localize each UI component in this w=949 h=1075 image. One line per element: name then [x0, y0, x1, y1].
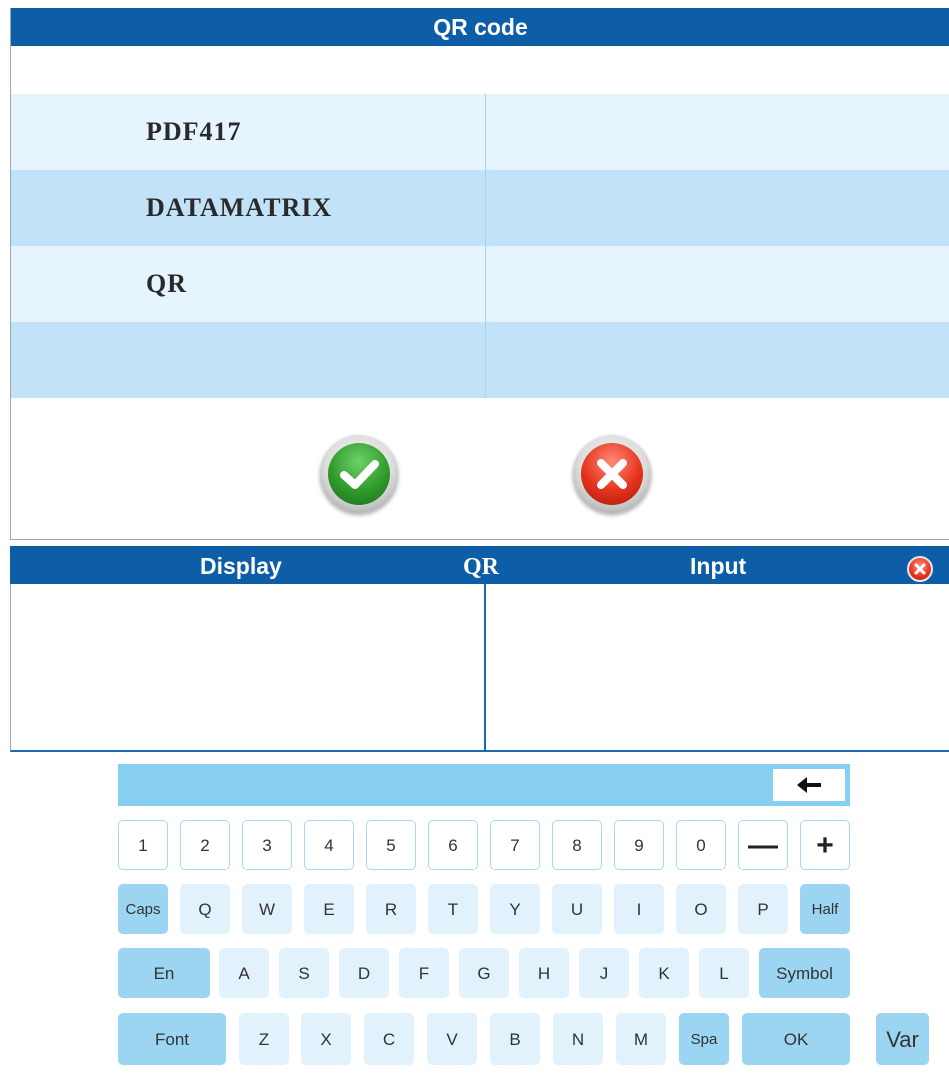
list-item-pdf417[interactable]: PDF417 [11, 94, 949, 170]
close-x-glyph [914, 563, 926, 575]
list-item-label: DATAMATRIX [146, 193, 333, 222]
display-pane [11, 584, 484, 750]
key-caps[interactable]: Caps [118, 884, 168, 934]
arrow-left-icon [797, 777, 821, 793]
key-0[interactable]: 0 [676, 820, 726, 870]
code-type-list: PDF417 DATAMATRIX QR [11, 94, 949, 398]
key-g[interactable]: G [459, 948, 509, 998]
x-icon [597, 459, 627, 489]
key-font[interactable]: Font [118, 1013, 226, 1065]
list-item-qr[interactable]: QR [11, 246, 949, 322]
list-item-empty[interactable] [11, 322, 949, 398]
keyboard-text-field[interactable] [118, 764, 850, 806]
key-h[interactable]: H [519, 948, 569, 998]
key-1[interactable]: 1 [118, 820, 168, 870]
key-j[interactable]: J [579, 948, 629, 998]
key-z[interactable]: Z [239, 1013, 289, 1065]
key-en[interactable]: En [118, 948, 210, 998]
key-k[interactable]: K [639, 948, 689, 998]
dialog-title: QR code [11, 8, 949, 46]
cancel-button[interactable] [573, 435, 651, 513]
key-f[interactable]: F [399, 948, 449, 998]
key-8[interactable]: 8 [552, 820, 602, 870]
key-6[interactable]: 6 [428, 820, 478, 870]
key-r[interactable]: R [366, 884, 416, 934]
key-u[interactable]: U [552, 884, 602, 934]
list-item-label: PDF417 [146, 117, 242, 146]
key-4[interactable]: 4 [304, 820, 354, 870]
key-e[interactable]: E [304, 884, 354, 934]
backspace-button[interactable] [773, 769, 845, 801]
key-ok[interactable]: OK [742, 1013, 850, 1065]
list-column-divider [485, 94, 486, 398]
key-y[interactable]: Y [490, 884, 540, 934]
list-item-label: QR [146, 269, 187, 298]
display-label: Display [200, 553, 282, 579]
key-o[interactable]: O [676, 884, 726, 934]
input-label: Input [690, 553, 747, 579]
key-i[interactable]: I [614, 884, 664, 934]
key-2[interactable]: 2 [180, 820, 230, 870]
confirm-button[interactable] [320, 435, 398, 513]
key-minus[interactable]: — [738, 820, 788, 870]
key-q[interactable]: Q [180, 884, 230, 934]
key-n[interactable]: N [553, 1013, 603, 1065]
key-space[interactable]: Spa [679, 1013, 729, 1065]
key-a[interactable]: A [219, 948, 269, 998]
qr-code-dialog: QR code PDF417 DATAMATRIX QR [10, 8, 949, 540]
key-w[interactable]: W [242, 884, 292, 934]
mode-label: QR [463, 554, 499, 580]
key-l[interactable]: L [699, 948, 749, 998]
display-input-panes [10, 584, 949, 752]
key-b[interactable]: B [490, 1013, 540, 1065]
key-plus[interactable]: + [800, 820, 850, 870]
key-x[interactable]: X [301, 1013, 351, 1065]
key-m[interactable]: M [616, 1013, 666, 1065]
key-var[interactable]: Var [876, 1013, 929, 1065]
close-icon[interactable] [907, 556, 933, 582]
key-9[interactable]: 9 [614, 820, 664, 870]
input-panel-header: Display QR Input [10, 546, 949, 584]
key-half[interactable]: Half [800, 884, 850, 934]
key-p[interactable]: P [738, 884, 788, 934]
key-symbol[interactable]: Symbol [759, 948, 850, 998]
check-icon [340, 460, 379, 489]
key-t[interactable]: T [428, 884, 478, 934]
key-d[interactable]: D [339, 948, 389, 998]
key-7[interactable]: 7 [490, 820, 540, 870]
key-5[interactable]: 5 [366, 820, 416, 870]
list-item-datamatrix[interactable]: DATAMATRIX [11, 170, 949, 246]
key-c[interactable]: C [364, 1013, 414, 1065]
key-3[interactable]: 3 [242, 820, 292, 870]
key-v[interactable]: V [427, 1013, 477, 1065]
input-pane[interactable] [486, 584, 949, 750]
key-s[interactable]: S [279, 948, 329, 998]
